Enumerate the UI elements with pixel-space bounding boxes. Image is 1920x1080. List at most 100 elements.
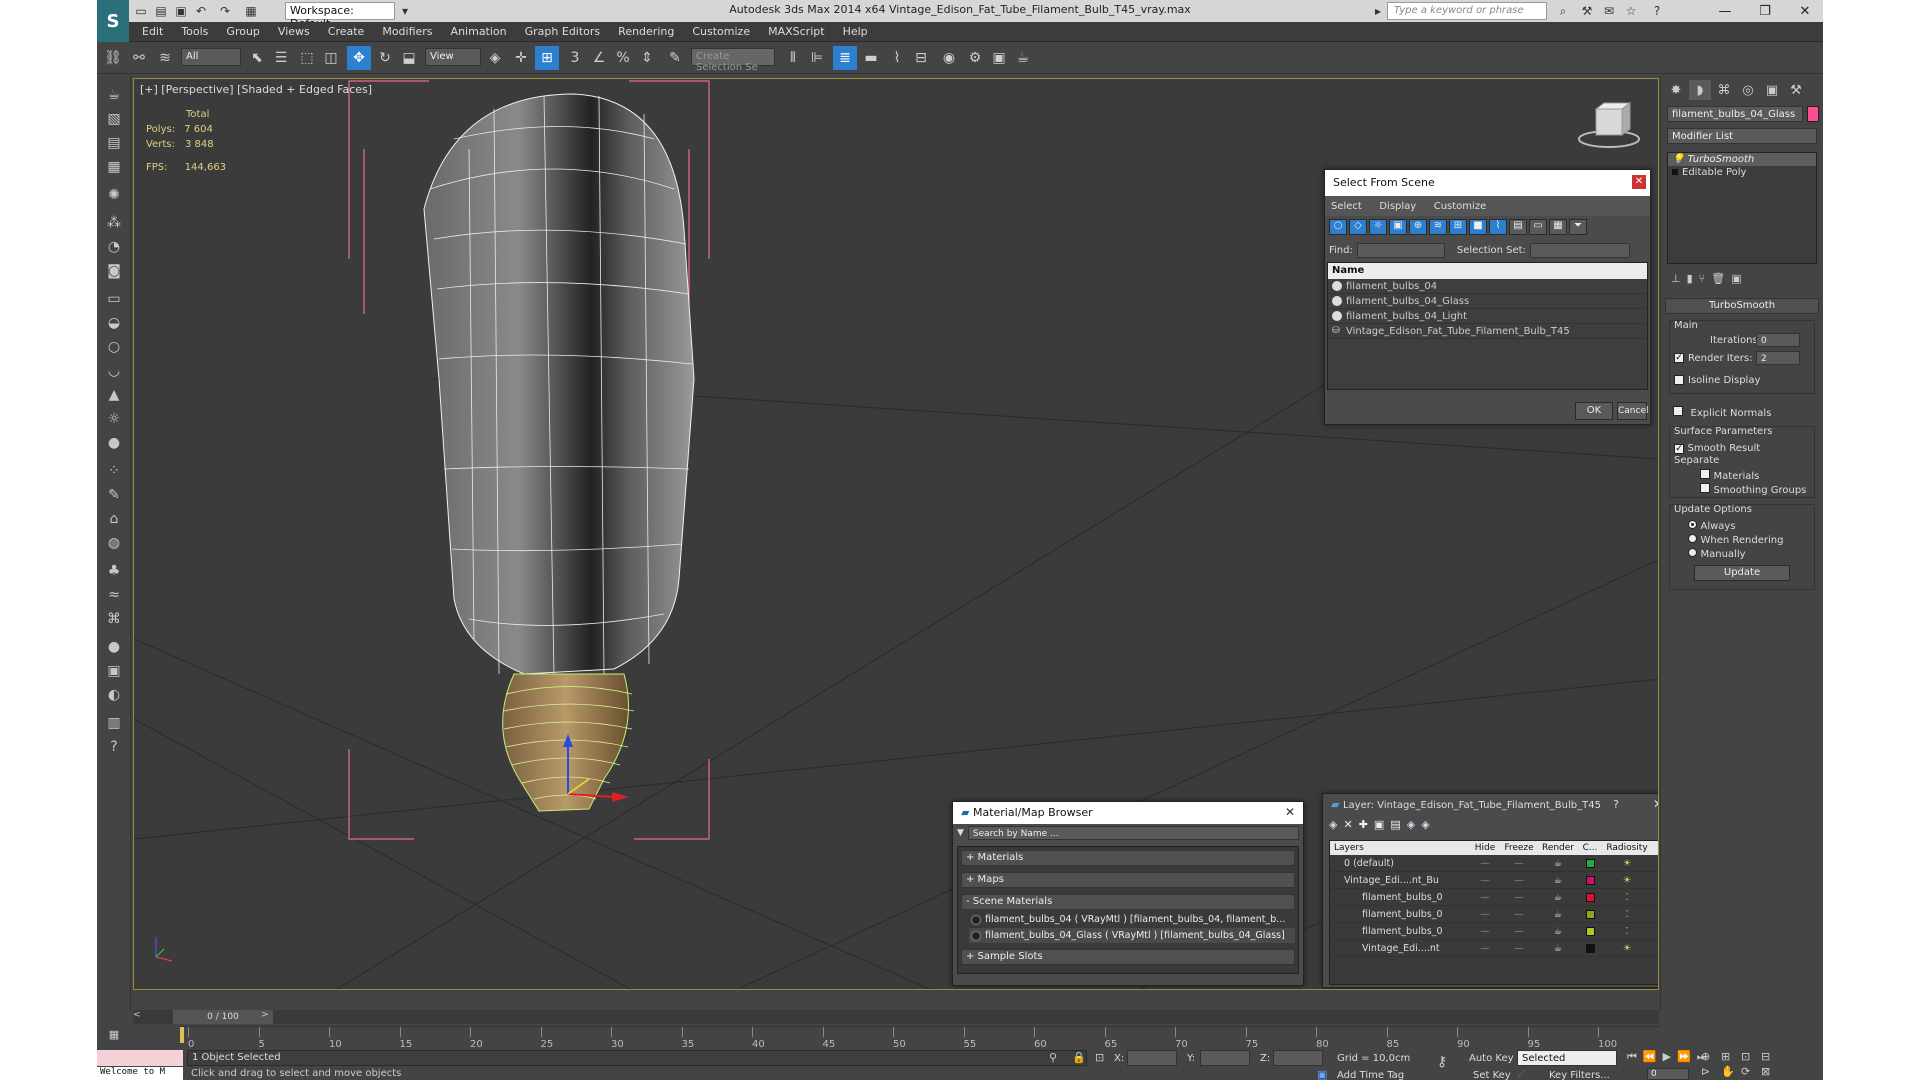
hierarchy-tab-icon[interactable]: ⌘ bbox=[1713, 80, 1735, 100]
monitor-icon[interactable]: ▣ bbox=[102, 660, 126, 682]
play-icon[interactable]: ▶ bbox=[1663, 1050, 1671, 1064]
key-mode-dropdown[interactable]: Selected bbox=[1517, 1050, 1617, 1066]
camera-icon[interactable]: ⌂ bbox=[102, 508, 126, 530]
edit-named-selection-icon[interactable]: ✎ bbox=[663, 46, 687, 70]
video-icon[interactable]: ◙ bbox=[102, 260, 126, 282]
iterations-spinner[interactable]: 0 bbox=[1756, 333, 1800, 347]
layer-hide-toggle[interactable]: — bbox=[1470, 858, 1500, 869]
save-file-icon[interactable]: ▣ bbox=[173, 3, 189, 19]
schematic-view-icon[interactable]: ⊟ bbox=[909, 46, 933, 70]
layer-row[interactable]: Vintage_Edi....nt — — ☕ ☀ bbox=[1330, 940, 1658, 957]
paint-icon[interactable]: ✎ bbox=[102, 484, 126, 506]
make-unique-icon[interactable]: ⑂ bbox=[1699, 272, 1706, 290]
render-iters-spinner[interactable]: 2 bbox=[1756, 351, 1800, 365]
col-layers[interactable]: Layers bbox=[1330, 841, 1470, 855]
filter-lights-icon[interactable]: ☼ bbox=[1369, 219, 1387, 235]
absolute-mode-icon[interactable]: ⊡ bbox=[1095, 1051, 1104, 1064]
section-materials[interactable]: + Materials bbox=[961, 850, 1295, 866]
next-frame-arrow-icon[interactable]: > bbox=[261, 1010, 271, 1024]
globe-icon[interactable]: ● bbox=[102, 432, 126, 454]
key-icon[interactable]: ⚷ bbox=[1437, 1054, 1447, 1070]
layer-render-icon[interactable]: ☕ bbox=[1538, 892, 1578, 903]
sun-icon[interactable]: ☼ bbox=[102, 408, 126, 430]
bowl-icon[interactable]: ◡ bbox=[102, 360, 126, 382]
layer-hide-toggle[interactable]: — bbox=[1470, 909, 1500, 920]
render-frame-icon[interactable]: ▧ bbox=[102, 108, 126, 130]
layer-radiosity-icon[interactable]: ⁚ bbox=[1602, 892, 1652, 903]
ball-icon[interactable]: ● bbox=[102, 636, 126, 658]
menu-group[interactable]: Group bbox=[217, 22, 269, 41]
cancel-button[interactable]: Cancel bbox=[1617, 402, 1649, 420]
layer-render-icon[interactable]: ☕ bbox=[1538, 858, 1578, 869]
favorites-star-icon[interactable]: ☆ bbox=[1623, 3, 1639, 19]
col-radiosity[interactable]: Radiosity bbox=[1602, 841, 1652, 855]
cloth-icon[interactable]: ⌘ bbox=[102, 608, 126, 630]
layer-render-icon[interactable]: ☕ bbox=[1538, 875, 1578, 886]
help-icon[interactable]: ? bbox=[1649, 3, 1665, 19]
undo-icon[interactable]: ↶ bbox=[193, 3, 209, 19]
display-none-icon[interactable]: ▭ bbox=[1529, 219, 1547, 235]
layer-hide-toggle[interactable]: — bbox=[1470, 892, 1500, 903]
create-layer-icon[interactable]: ◈ bbox=[1329, 818, 1337, 836]
isolate-icon[interactable]: ⚲ bbox=[1049, 1051, 1057, 1064]
subscription-icon[interactable]: ⚒ bbox=[1579, 3, 1595, 19]
filter-geometry-icon[interactable]: ○ bbox=[1329, 219, 1347, 235]
window-crossing-icon[interactable]: ◫ bbox=[319, 46, 343, 70]
configure-sets-icon[interactable]: ▣ bbox=[1731, 272, 1741, 290]
layer-row[interactable]: filament_bulbs_0— — ☕ ⁚ bbox=[1330, 889, 1658, 906]
select-object-icon[interactable]: ⬉ bbox=[245, 46, 269, 70]
layer-radiosity-icon[interactable]: ☀ bbox=[1602, 858, 1652, 869]
snaps-toggle-icon[interactable]: 3 bbox=[563, 46, 587, 70]
open-file-icon[interactable]: ▤ bbox=[153, 3, 169, 19]
timeline-ruler[interactable]: 0 5 10 15 20 25 30 35 40 45 50 55 60 65 70 75 80 85 90 95 10… bbox=[180, 1026, 1660, 1052]
menu-maxscript[interactable]: MAXScript bbox=[759, 22, 833, 41]
isoline-display-checkbox[interactable] bbox=[1674, 375, 1684, 385]
always-radio[interactable] bbox=[1688, 520, 1697, 529]
pan-icon[interactable]: ✋ bbox=[1721, 1065, 1739, 1078]
time-tag-icon[interactable]: ▣ bbox=[1317, 1068, 1327, 1080]
plane-icon[interactable]: ▭ bbox=[102, 288, 126, 310]
cone-icon[interactable]: ▲ bbox=[102, 384, 126, 406]
layer-freeze-toggle[interactable]: — bbox=[1500, 858, 1538, 869]
select-scale-icon[interactable]: ⬓ bbox=[397, 46, 421, 70]
object-name-input[interactable]: filament_bulbs_04_Glass bbox=[1667, 106, 1803, 122]
browser-search-input[interactable]: Search by Name ... bbox=[967, 826, 1299, 840]
new-file-icon[interactable]: ▭ bbox=[133, 3, 149, 19]
menu-graph-editors[interactable]: Graph Editors bbox=[516, 22, 610, 41]
layer-row[interactable]: 0 (default) — — ☕ ☀ bbox=[1330, 855, 1658, 872]
x-coord-input[interactable] bbox=[1127, 1050, 1177, 1066]
reference-coordinate-dropdown[interactable]: View bbox=[425, 48, 481, 66]
zoom-extents-icon[interactable]: ⊡ bbox=[1741, 1050, 1759, 1063]
hair-icon[interactable]: ≈ bbox=[102, 584, 126, 606]
scene-object-row[interactable]: filament_bulbs_04 bbox=[1328, 279, 1647, 294]
unlink-icon[interactable]: ⚯ bbox=[127, 46, 151, 70]
show-end-result-icon[interactable]: ▮ bbox=[1687, 272, 1693, 290]
smoothing-groups-checkbox[interactable] bbox=[1700, 483, 1710, 493]
next-key-icon[interactable]: ⏩ bbox=[1677, 1050, 1691, 1064]
keyboard-shortcut-toggle-icon[interactable]: ⊞ bbox=[535, 46, 559, 70]
perspective-viewport[interactable]: [+] [Perspective] [Shaded + Edged Faces]… bbox=[133, 78, 1659, 990]
menu-customize[interactable]: Customize bbox=[683, 22, 759, 41]
filter-xrefs-icon[interactable]: ■ bbox=[1469, 219, 1487, 235]
sphere-icon[interactable]: ○ bbox=[102, 336, 126, 358]
layer-hide-toggle[interactable]: — bbox=[1470, 943, 1500, 954]
selection-set-dropdown[interactable] bbox=[1529, 242, 1630, 258]
particles-icon[interactable]: ⁂ bbox=[102, 212, 126, 234]
select-link-icon[interactable]: ⛓ bbox=[101, 46, 125, 70]
layer-color-swatch[interactable] bbox=[1585, 926, 1595, 936]
rendered-frame-icon[interactable]: ▣ bbox=[987, 46, 1011, 70]
y-coord-input[interactable] bbox=[1200, 1050, 1250, 1066]
communication-icon[interactable]: ✉ bbox=[1601, 3, 1617, 19]
menu-help[interactable]: Help bbox=[834, 22, 877, 41]
zoom-extents-all-icon[interactable]: ⊟ bbox=[1761, 1050, 1779, 1063]
selection-lock-icon[interactable]: 🔒 bbox=[1072, 1051, 1086, 1064]
menu-rendering[interactable]: Rendering bbox=[609, 22, 683, 41]
modify-tab-icon[interactable]: ◗ bbox=[1689, 80, 1711, 100]
layer-color-swatch[interactable] bbox=[1585, 909, 1595, 919]
prev-key-icon[interactable]: ⏪ bbox=[1643, 1050, 1657, 1064]
timeline-cursor[interactable] bbox=[180, 1027, 184, 1043]
set-keys-icon[interactable]: ⟋ bbox=[1517, 1068, 1525, 1080]
close-browser-icon[interactable]: ✕ bbox=[1285, 805, 1295, 819]
menu-animation[interactable]: Animation bbox=[442, 22, 516, 41]
material-editor-icon[interactable]: ◉ bbox=[937, 46, 961, 70]
